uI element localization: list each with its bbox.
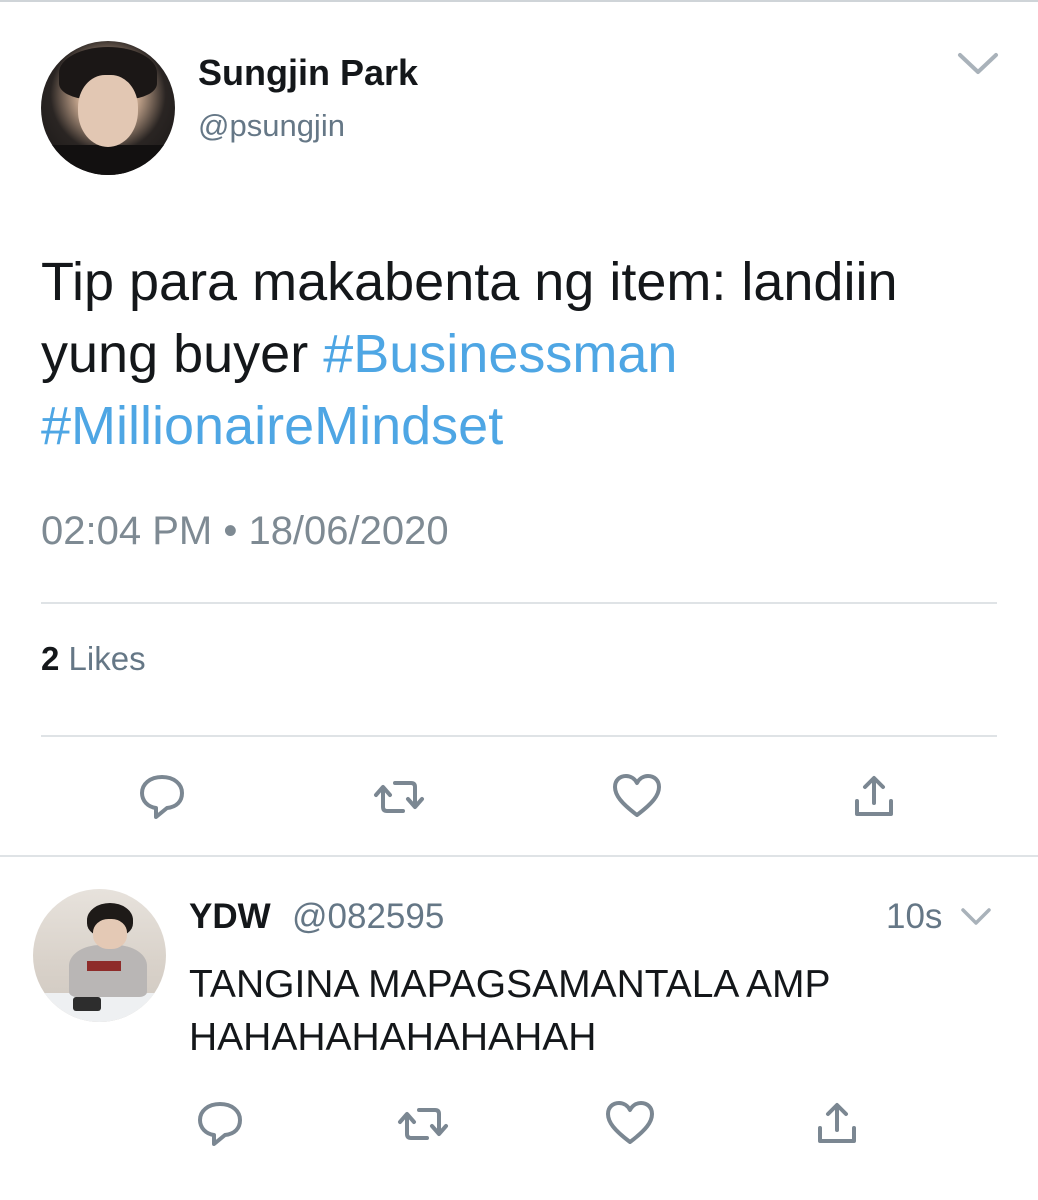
retweet-icon[interactable] [373,771,425,823]
reply-author-avatar[interactable] [33,889,166,1022]
heart-icon[interactable] [604,1098,656,1150]
tweet-text: Tip para makabenta ng item: landiin yung… [41,246,1001,462]
reply-text-line: TANGINA MAPAGSAMANTALA AMP [189,963,831,1006]
tweet-timestamp: 02:04 PM • 18/06/2020 [41,509,449,553]
top-divider [0,0,1038,2]
divider [41,602,997,604]
section-divider [0,855,1038,857]
share-icon[interactable] [848,771,900,823]
chevron-down-icon[interactable] [960,906,992,928]
likes-stat[interactable]: 2 Likes [41,640,146,678]
divider [41,735,997,737]
chevron-down-icon[interactable] [957,50,999,78]
reply-text-line: HAHAHAHAHAHAHAH [189,1016,597,1059]
author-handle[interactable]: @psungjin [198,108,345,144]
hashtag-millionaire-mindset[interactable]: #MillionaireMindset [41,396,503,456]
reply-author-handle[interactable]: @082595 [292,897,444,937]
reply-icon[interactable] [194,1098,246,1150]
likes-label: Likes [68,640,146,677]
author-avatar[interactable] [41,41,175,175]
heart-icon[interactable] [611,771,663,823]
share-icon[interactable] [811,1098,863,1150]
hashtag-businessman[interactable]: #Businessman [323,324,677,384]
author-name[interactable]: Sungjin Park [198,52,418,94]
reply-time: 10s [886,897,943,936]
reply-icon[interactable] [136,771,188,823]
reply-author-name[interactable]: YDW [189,897,271,937]
likes-count: 2 [41,640,60,677]
reply-text: TANGINA MAPAGSAMANTALA AMP HAHAHAHAHAHAH… [189,958,1009,1064]
retweet-icon[interactable] [397,1098,449,1150]
